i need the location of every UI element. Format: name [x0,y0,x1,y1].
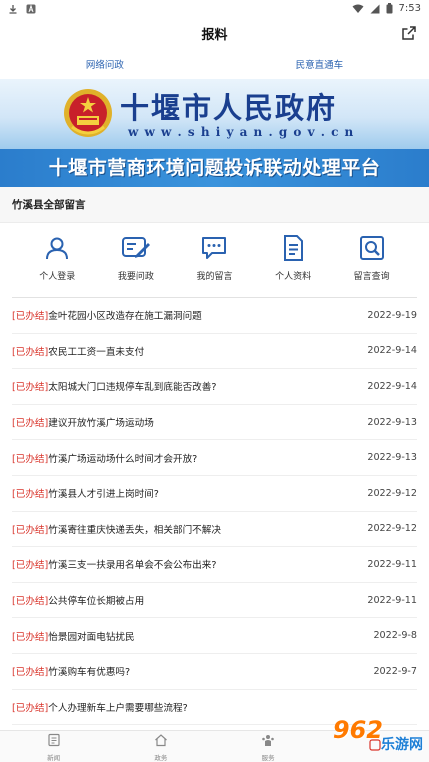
menu-item-submit-inquiry[interactable]: 我要问政 [106,233,166,293]
download-icon [8,4,18,14]
clock: 7:53 [398,3,421,14]
tab-public-opinion[interactable]: 民意直通车 [278,57,362,71]
message-title: 公共停车位长期被占用 [48,596,145,608]
tab-online-inquiry[interactable]: 网络问政 [68,57,142,71]
nav-label: 新闻 [47,753,61,762]
page-title: 报料 [201,27,228,43]
top-tabs: 网络问政 民意直通车 [0,49,429,79]
menu-item-profile[interactable]: 个人资料 [263,233,323,293]
menu-label: 留言查询 [353,272,390,282]
message-title: 太阳城大门口违规停车乱到底能否改善? [48,382,217,394]
list-item[interactable]: [已办结]竹溪广场运动场什么时间才会开放? 2022-9-13 [12,440,417,476]
message-title: 竹溪三支一扶录用名单会不会公布出来? [48,560,217,572]
user-icon [42,233,72,263]
message-date: 2022-9-12 [367,523,417,535]
message-date: 2022-9-11 [367,594,417,606]
watermark-logo-text: 乐游网 [381,737,423,753]
site-watermark: 962 乐游网 [297,714,425,760]
section-title: 竹溪县全部留言 [0,187,429,223]
message-date: 2022-9-8 [373,630,417,642]
wifi-icon [352,4,364,14]
national-emblem-icon [62,87,114,139]
search-icon [357,233,387,263]
message-title: 金叶花园小区改造存在施工漏洞问题 [48,311,202,323]
message-list: [已办结]金叶花园小区改造存在施工漏洞问题 2022-9-19 [已办结]农民工… [0,298,429,726]
battery-icon [386,3,393,14]
status-badge: [已办结] [12,418,49,430]
message-date: 2022-9-13 [367,452,417,464]
list-item[interactable]: [已办结]竹溪购车有优惠吗? 2022-9-7 [12,654,417,690]
list-item[interactable]: [已办结]怡景园对面电钻扰民 2022-9-8 [12,618,417,654]
menu-item-login[interactable]: 个人登录 [27,233,87,293]
nav-service[interactable]: 服务 [238,732,298,762]
message-title: 竹溪寄往重庆快递丢失，相关部门不解决 [48,524,221,536]
chat-icon [199,233,229,263]
edit-icon [121,233,151,263]
list-item[interactable]: [已办结]竹溪寄往重庆快递丢失，相关部门不解决 2022-9-12 [12,512,417,548]
menu-label: 个人资料 [275,272,312,282]
status-badge: [已办结] [12,702,49,714]
message-title: 个人办理新车上户需要哪些流程? [48,702,188,714]
status-badge: [已办结] [12,560,49,572]
list-item[interactable]: [已办结]竹溪县人才引进上岗时间? 2022-9-12 [12,476,417,512]
government-banner: 十堰市人民政府 w w w . s h i y a n . g o v . c … [0,79,429,187]
status-badge: [已办结] [12,382,49,394]
status-bar: 7:53 [0,0,429,17]
message-date: 2022-9-14 [367,345,417,357]
function-menu: 个人登录 我要问政 我的留言 个人资料 留言查询 [0,233,429,293]
list-item[interactable]: [已办结]竹溪三支一扶录用名单会不会公布出来? 2022-9-11 [12,547,417,583]
list-item[interactable]: [已办结]农民工工资一直未支付 2022-9-14 [12,334,417,370]
status-badge: [已办结] [12,346,49,358]
message-title: 竹溪广场运动场什么时间才会开放? [48,453,198,465]
menu-label: 我要问政 [117,272,154,282]
status-badge: [已办结] [12,667,49,679]
share-icon[interactable] [401,25,417,41]
status-badge: [已办结] [12,311,49,323]
title-bar: 报料 [0,17,429,49]
message-date: 2022-9-7 [373,665,417,677]
home-icon [154,732,168,751]
status-badge: [已办结] [12,489,49,501]
document-icon [278,233,308,263]
list-item[interactable]: [已办结]金叶花园小区改造存在施工漏洞问题 2022-9-19 [12,298,417,334]
status-badge: [已办结] [12,453,49,465]
message-title: 竹溪县人才引进上岗时间? [48,489,159,501]
message-title: 怡景园对面电钻扰民 [48,631,135,643]
government-url: w w w . s h i y a n . g o v . c n [128,125,355,139]
nav-government[interactable]: 政务 [131,732,191,762]
message-date: 2022-9-14 [367,380,417,392]
list-item[interactable]: [已办结]建议开放竹溪广场运动场 2022-9-13 [12,405,417,441]
status-badge: [已办结] [12,596,49,608]
status-badge: [已办结] [12,631,49,643]
message-date: 2022-9-19 [367,309,417,321]
government-name: 十堰市人民政府 [120,91,338,125]
message-title: 农民工工资一直未支付 [48,346,145,358]
status-badge: [已办结] [12,524,49,536]
menu-label: 我的留言 [196,272,233,282]
people-icon [261,732,275,751]
watermark-logo-number: 962 [332,716,383,744]
menu-item-my-messages[interactable]: 我的留言 [184,233,244,293]
news-icon [47,732,61,751]
nav-label: 服务 [261,753,275,762]
message-title: 建议开放竹溪广场运动场 [48,418,154,430]
message-title: 竹溪购车有优惠吗? [48,667,131,679]
menu-item-message-search[interactable]: 留言查询 [342,233,402,293]
message-date: 2022-9-12 [367,487,417,499]
list-item[interactable]: [已办结]公共停车位长期被占用 2022-9-11 [12,583,417,619]
nav-label: 政务 [154,753,168,762]
menu-label: 个人登录 [39,272,76,282]
app-notification-icon [26,3,36,14]
platform-title: 十堰市营商环境问题投诉联动处理平台 [48,157,381,179]
list-item[interactable]: [已办结]太阳城大门口违规停车乱到底能否改善? 2022-9-14 [12,369,417,405]
signal-icon [370,4,380,14]
nav-news[interactable]: 新闻 [24,732,84,762]
message-date: 2022-9-13 [367,416,417,428]
message-date: 2022-9-11 [367,558,417,570]
